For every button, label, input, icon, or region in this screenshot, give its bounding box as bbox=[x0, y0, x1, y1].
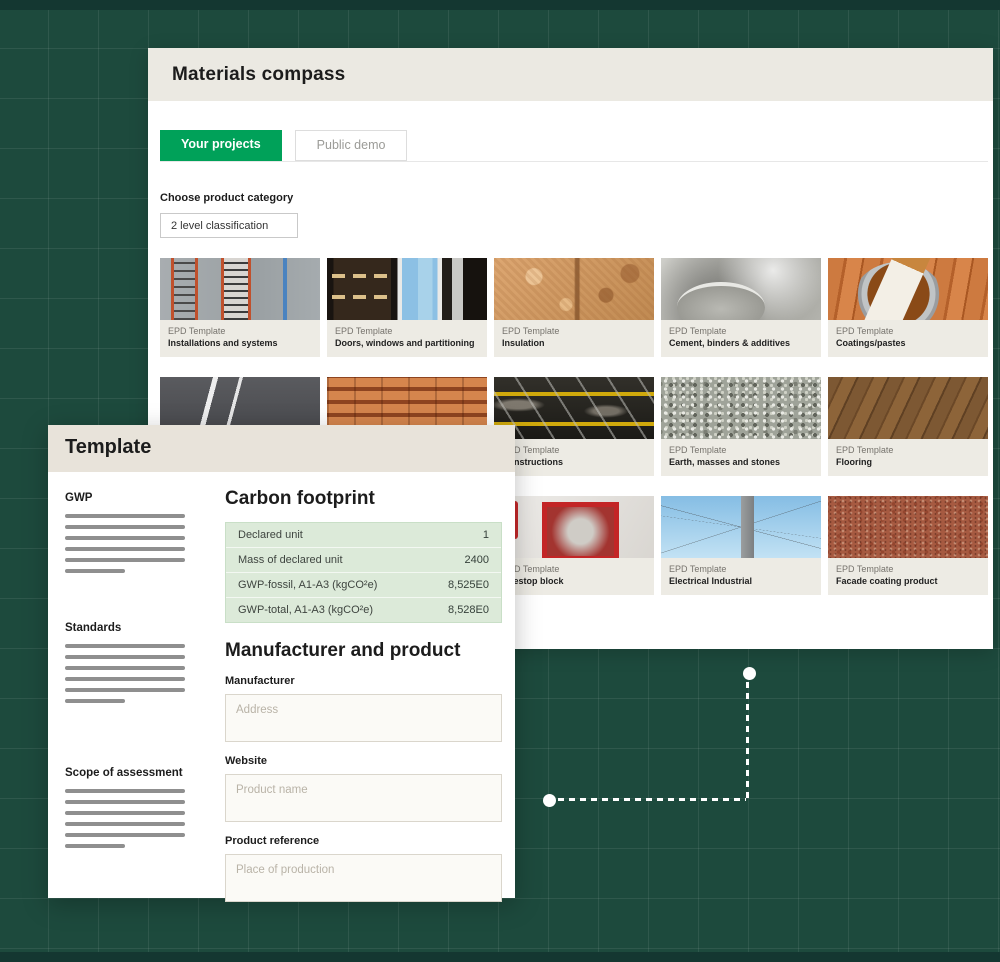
manufacturer-input[interactable] bbox=[225, 694, 502, 742]
row-value: 1 bbox=[483, 529, 489, 541]
row-label: GWP-total, A1-A3 (kgCO²e) bbox=[238, 604, 373, 616]
tab-your-projects[interactable]: Your projects bbox=[160, 130, 282, 161]
connector-line-horizontal bbox=[558, 798, 746, 801]
table-row: Declared unit 1 bbox=[226, 523, 501, 548]
card-installations-and-systems[interactable]: EPD Template Installations and systems bbox=[160, 258, 320, 357]
card-eyebrow: EPD Template bbox=[836, 445, 980, 457]
template-window-header: Template bbox=[48, 425, 515, 472]
page-title: Materials compass bbox=[172, 64, 993, 86]
card-cement-binders-additives[interactable]: EPD Template Cement, binders & additives bbox=[661, 258, 821, 357]
product-reference-field-label: Product reference bbox=[225, 835, 502, 847]
card-eyebrow: EPD Template bbox=[502, 445, 646, 457]
section-heading: GWP bbox=[65, 492, 225, 504]
manufacturer-field-label: Manufacturer bbox=[225, 675, 502, 687]
constructions-thumbnail-image bbox=[494, 377, 654, 439]
window-header: Materials compass bbox=[148, 48, 993, 101]
card-flooring[interactable]: EPD Template Flooring bbox=[828, 377, 988, 476]
row-label: GWP-fossil, A1-A3 (kgCO²e) bbox=[238, 579, 377, 591]
placeholder-text-lines bbox=[65, 789, 225, 848]
insulation-thumbnail-image bbox=[494, 258, 654, 320]
template-nav-column: GWP Standards Scope of assessment bbox=[65, 472, 225, 902]
tab-public-demo[interactable]: Public demo bbox=[295, 130, 408, 161]
template-window: Template GWP Standards bbox=[48, 425, 515, 898]
card-firestop-block[interactable]: EPD Template Firestop block bbox=[494, 496, 654, 595]
card-eyebrow: EPD Template bbox=[335, 326, 479, 338]
card-eyebrow: EPD Template bbox=[669, 326, 813, 338]
card-grid-row-1: EPD Template Installations and systems E… bbox=[160, 258, 988, 357]
top-edge-strip bbox=[0, 0, 1000, 10]
card-constructions[interactable]: EPD Template Constructions bbox=[494, 377, 654, 476]
electrical-thumbnail-image bbox=[661, 496, 821, 558]
manufacturer-and-product-heading: Manufacturer and product bbox=[225, 640, 502, 662]
facade-thumbnail-image bbox=[828, 496, 988, 558]
card-name: Constructions bbox=[502, 457, 646, 469]
card-eyebrow: EPD Template bbox=[669, 564, 813, 576]
firestop-thumbnail-image bbox=[494, 496, 654, 558]
connector-dot-left bbox=[543, 794, 556, 807]
card-eyebrow: EPD Template bbox=[669, 445, 813, 457]
row-value: 2400 bbox=[465, 554, 489, 566]
section-scope-of-assessment: Scope of assessment bbox=[65, 767, 225, 848]
card-name: Flooring bbox=[836, 457, 980, 469]
card-facade-coating-product[interactable]: EPD Template Facade coating product bbox=[828, 496, 988, 595]
card-name: Cement, binders & additives bbox=[669, 338, 813, 350]
row-label: Declared unit bbox=[238, 529, 303, 541]
row-value: 8,528E0 bbox=[448, 604, 489, 616]
category-select[interactable] bbox=[160, 213, 298, 238]
card-coatings-pastes[interactable]: EPD Template Coatings/pastes bbox=[828, 258, 988, 357]
row-label: Mass of declared unit bbox=[238, 554, 343, 566]
card-earth-masses-stones[interactable]: EPD Template Earth, masses and stones bbox=[661, 377, 821, 476]
table-row: GWP-fossil, A1-A3 (kgCO²e) 8,525E0 bbox=[226, 573, 501, 598]
bottom-edge-strip bbox=[0, 952, 1000, 962]
connector-dot-top bbox=[743, 667, 756, 680]
card-name: Earth, masses and stones bbox=[669, 457, 813, 469]
card-eyebrow: EPD Template bbox=[168, 326, 312, 338]
page-background: Materials compass Your projects Public d… bbox=[0, 0, 1000, 962]
website-field-label: Website bbox=[225, 755, 502, 767]
card-eyebrow: EPD Template bbox=[836, 326, 980, 338]
section-heading: Standards bbox=[65, 622, 225, 634]
section-gwp: GWP bbox=[65, 492, 225, 573]
card-name: Installations and systems bbox=[168, 338, 312, 350]
table-row: GWP-total, A1-A3 (kgCO²e) 8,528E0 bbox=[226, 598, 501, 622]
tab-bar: Your projects Public demo bbox=[160, 130, 988, 162]
doors-thumbnail-image bbox=[327, 258, 487, 320]
row-value: 8,525E0 bbox=[448, 579, 489, 591]
earth-thumbnail-image bbox=[661, 377, 821, 439]
template-title: Template bbox=[65, 436, 515, 459]
card-electrical-industrial[interactable]: EPD Template Electrical Industrial bbox=[661, 496, 821, 595]
card-eyebrow: EPD Template bbox=[502, 564, 646, 576]
category-label: Choose product category bbox=[160, 192, 988, 204]
section-heading: Scope of assessment bbox=[65, 767, 225, 779]
flooring-thumbnail-image bbox=[828, 377, 988, 439]
installations-thumbnail-image bbox=[160, 258, 320, 320]
card-name: Doors, windows and partitioning bbox=[335, 338, 479, 350]
website-input[interactable] bbox=[225, 774, 502, 822]
card-doors-windows-partitioning[interactable]: EPD Template Doors, windows and partitio… bbox=[327, 258, 487, 357]
carbon-footprint-table: Declared unit 1 Mass of declared unit 24… bbox=[225, 522, 502, 623]
card-insulation[interactable]: EPD Template Insulation bbox=[494, 258, 654, 357]
carbon-footprint-heading: Carbon footprint bbox=[225, 488, 502, 510]
connector-line-vertical bbox=[746, 682, 749, 799]
section-standards: Standards bbox=[65, 622, 225, 703]
placeholder-text-lines bbox=[65, 644, 225, 703]
product-reference-input[interactable] bbox=[225, 854, 502, 902]
card-name: Electrical Industrial bbox=[669, 576, 813, 588]
card-name: Facade coating product bbox=[836, 576, 980, 588]
cement-thumbnail-image bbox=[661, 258, 821, 320]
card-eyebrow: EPD Template bbox=[502, 326, 646, 338]
card-name: Insulation bbox=[502, 338, 646, 350]
card-name: Firestop block bbox=[502, 576, 646, 588]
card-name: Coatings/pastes bbox=[836, 338, 980, 350]
card-eyebrow: EPD Template bbox=[836, 564, 980, 576]
table-row: Mass of declared unit 2400 bbox=[226, 548, 501, 573]
coatings-thumbnail-image bbox=[828, 258, 988, 320]
placeholder-text-lines bbox=[65, 514, 225, 573]
